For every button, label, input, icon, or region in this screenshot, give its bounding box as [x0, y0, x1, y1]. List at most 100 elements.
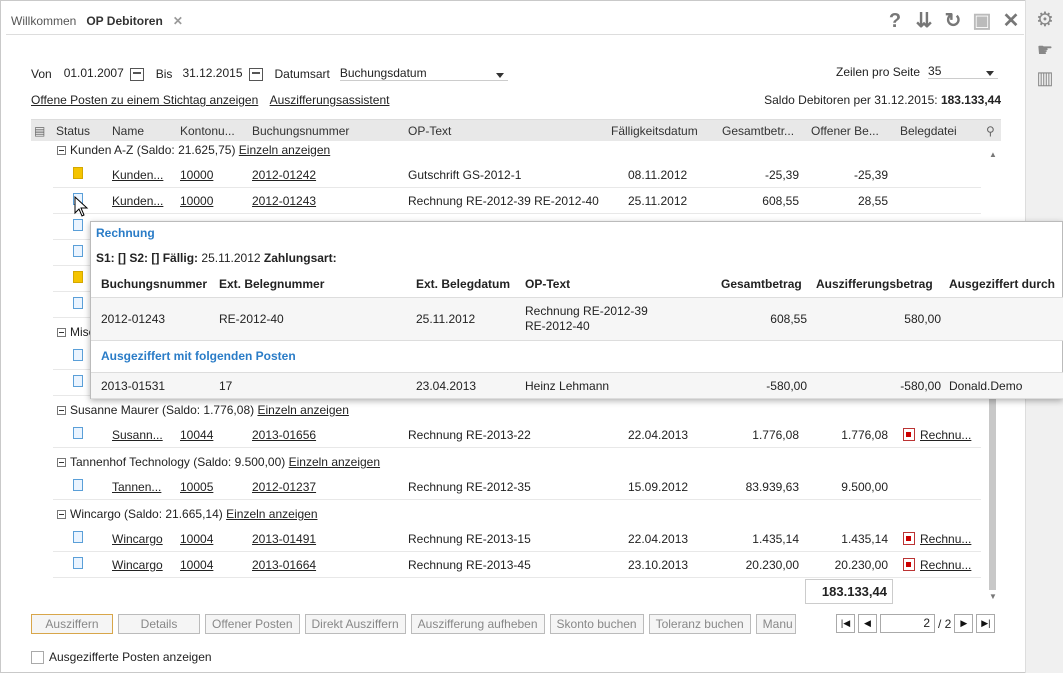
collapse-icon[interactable]: ⇊ — [914, 10, 934, 32]
scroll-down-icon[interactable]: ▼ — [989, 592, 997, 601]
stichtag-link[interactable]: Offene Posten zu einem Stichtag anzeigen — [31, 93, 258, 107]
col-status[interactable]: Status — [56, 124, 90, 138]
cell-name[interactable]: Wincargo — [112, 532, 163, 546]
cell-konto[interactable]: 10004 — [180, 558, 213, 572]
popup-row: 2013-01531 17 23.04.2013 Heinz Lehmann -… — [91, 372, 1063, 399]
manuell-button[interactable]: Manu — [755, 614, 796, 634]
cell-beleg[interactable]: Rechnu... — [920, 532, 971, 546]
close-icon[interactable]: ✕ — [1001, 10, 1021, 32]
cell-konto[interactable]: 10044 — [180, 428, 213, 442]
auszifferung-aufheben-button[interactable]: Auszifferung aufheben — [410, 614, 545, 634]
collapse-group-icon[interactable] — [57, 457, 66, 467]
document-icon — [73, 375, 83, 387]
offener-posten-button[interactable]: Offener Posten — [205, 614, 300, 634]
zeilen-select[interactable]: 35 — [928, 64, 999, 79]
col-buchungsnummer[interactable]: Buchungsnummer — [252, 124, 349, 138]
tab-op-debitoren[interactable]: OP Debitoren ✕ — [81, 8, 188, 34]
cell-name[interactable]: Kunden... — [112, 194, 163, 208]
table-row[interactable]: Wincargo 10004 2013-01491 Rechnung RE-20… — [53, 526, 981, 552]
col-gesamtbetrag[interactable]: Gesamtbetr... — [722, 124, 794, 138]
faellig-value: 25.11.2012 — [201, 251, 261, 265]
group-label: Kunden A-Z (Saldo: 21.625,75) — [70, 143, 236, 157]
col-op-text[interactable]: OP-Text — [408, 124, 451, 138]
ausziffern-button[interactable]: Ausziffern — [31, 614, 113, 634]
save-icon[interactable]: ▣ — [972, 10, 992, 32]
popup-ext-datum: 23.04.2013 — [416, 379, 477, 393]
last-page-icon[interactable]: ▶| — [976, 614, 996, 633]
chevron-down-icon — [495, 73, 504, 78]
bis-date-input[interactable]: 31.12.2015 — [180, 64, 242, 83]
table-row[interactable]: Kunden... 10000 2012-01243 Rechnung RE-2… — [53, 188, 981, 214]
page-input[interactable]: 2 — [880, 614, 935, 633]
refresh-icon[interactable]: ↻ — [943, 10, 963, 32]
cell-beleg[interactable]: Rechnu... — [920, 428, 971, 442]
cell-name[interactable]: Tannen... — [112, 480, 161, 494]
popup-col-ext-datum: Ext. Belegdatum — [416, 277, 511, 291]
toleranz-buchen-button[interactable]: Toleranz buchen — [648, 614, 751, 634]
popup-col-ausz: Auszifferungsbetrag — [816, 277, 933, 291]
saldo-label: Saldo Debitoren per 31.12.2015: — [764, 93, 938, 107]
cell-buchung[interactable]: 2012-01242 — [252, 168, 316, 182]
pointing-hand-icon[interactable]: ☛ — [1033, 38, 1057, 62]
saldo-summary: Saldo Debitoren per 31.12.2015: 183.133,… — [764, 93, 1001, 107]
cell-offen: -25,39 — [853, 168, 888, 182]
cell-buchung[interactable]: 2013-01664 — [252, 558, 316, 572]
document-icon — [73, 271, 83, 283]
collapse-group-icon[interactable] — [57, 145, 66, 155]
table-row[interactable]: Susann... 10044 2013-01656 Rechnung RE-2… — [53, 422, 981, 448]
skonto-buchen-button[interactable]: Skonto buchen — [549, 614, 644, 634]
col-offener-betrag[interactable]: Offener Be... — [811, 124, 879, 138]
first-page-icon[interactable]: |◀ — [836, 614, 855, 633]
cell-buchung[interactable]: 2012-01237 — [252, 480, 316, 494]
saldo-value: 183.133,44 — [940, 93, 1001, 107]
collapse-group-icon[interactable] — [57, 327, 66, 337]
direkt-ausziffern-button[interactable]: Direkt Ausziffern — [304, 614, 406, 634]
cell-beleg[interactable]: Rechnu... — [920, 558, 971, 572]
collapse-group-icon[interactable] — [57, 509, 66, 519]
col-faelligkeitsdatum[interactable]: Fälligkeitsdatum — [611, 124, 698, 138]
cell-name[interactable]: Kunden... — [112, 168, 163, 182]
details-button[interactable]: Details — [118, 614, 200, 634]
col-name[interactable]: Name — [112, 124, 144, 138]
einzeln-anzeigen-link[interactable]: Einzeln anzeigen — [239, 143, 330, 157]
einzeln-anzeigen-link[interactable]: Einzeln anzeigen — [226, 507, 317, 521]
cell-buchung[interactable]: 2013-01656 — [252, 428, 316, 442]
next-page-icon[interactable]: ▶ — [954, 614, 974, 633]
search-icon[interactable]: ⚲ — [986, 124, 995, 138]
calendar-icon[interactable] — [129, 68, 144, 81]
gear-icon[interactable]: ⚙ — [1033, 8, 1057, 32]
building-icon[interactable]: ▥ — [1033, 66, 1057, 90]
table-row[interactable]: Tannen... 10005 2012-01237 Rechnung RE-2… — [53, 474, 981, 500]
scroll-up-icon[interactable]: ▲ — [989, 150, 997, 159]
calendar-icon[interactable] — [248, 68, 263, 81]
group-label: Tannenhof Technology (Saldo: 9.500,00) — [70, 455, 286, 469]
cell-konto[interactable]: 10005 — [180, 480, 213, 494]
cell-faellig: 08.11.2012 — [628, 168, 688, 182]
einzeln-anzeigen-link[interactable]: Einzeln anzeigen — [289, 455, 380, 469]
col-kontonummer[interactable]: Kontonu... — [180, 124, 235, 138]
checkbox[interactable] — [31, 650, 44, 664]
help-icon[interactable]: ? — [885, 10, 905, 32]
von-date-input[interactable]: 01.01.2007 — [62, 64, 124, 83]
print-icon[interactable]: ▤ — [34, 124, 45, 138]
cell-konto[interactable]: 10000 — [180, 168, 213, 182]
cell-name[interactable]: Susann... — [112, 428, 163, 442]
cell-konto[interactable]: 10000 — [180, 194, 213, 208]
cell-konto[interactable]: 10004 — [180, 532, 213, 546]
scroll-thumb[interactable] — [989, 390, 996, 590]
prev-page-icon[interactable]: ◀ — [858, 614, 877, 633]
table-row[interactable]: Wincargo 10004 2013-01664 Rechnung RE-20… — [53, 552, 981, 578]
auszifferung-assistent-link[interactable]: Auszifferungsassistent — [270, 93, 390, 107]
chevron-down-icon — [986, 71, 995, 76]
close-tab-icon[interactable]: ✕ — [173, 14, 183, 28]
einzeln-anzeigen-link[interactable]: Einzeln anzeigen — [257, 403, 348, 417]
col-belegdatei[interactable]: Belegdatei — [900, 124, 957, 138]
table-row[interactable]: Kunden... 10000 2012-01242 Gutschrift GS… — [53, 162, 981, 188]
cell-name[interactable]: Wincargo — [112, 558, 163, 572]
show-ausgeziffert-toggle[interactable]: Ausgezifferte Posten anzeigen — [31, 650, 212, 664]
collapse-group-icon[interactable] — [57, 405, 66, 415]
datumsart-select[interactable]: Buchungsdatum — [339, 66, 508, 81]
cell-buchung[interactable]: 2013-01491 — [252, 532, 316, 546]
cell-buchung[interactable]: 2012-01243 — [252, 194, 316, 208]
tab-willkommen[interactable]: Willkommen — [6, 8, 81, 34]
